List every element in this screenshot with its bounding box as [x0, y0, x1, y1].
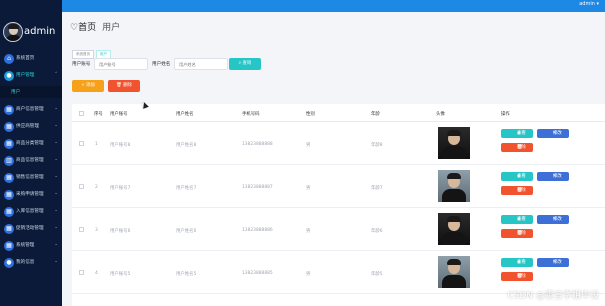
table-header: 序号 用户账号 用户姓名 手机号码 性别 年龄 头像 操作	[72, 104, 605, 122]
watermark: CSDN @霍言学姐毕设	[507, 291, 599, 301]
sidebar-item-promotion[interactable]: ▦ 促销活动管理 ⌄	[0, 220, 62, 238]
breadcrumb: 系统首页 用户	[72, 40, 113, 59]
sidebar-item-category[interactable]: ▦ 商品分类管理 ⌄	[0, 135, 62, 153]
brand-name: admin	[24, 26, 56, 37]
chart-icon: ▥	[4, 156, 14, 166]
view-button[interactable]: ◉ 查看	[501, 258, 533, 267]
table-row: 1 用户账号8 用户姓名8 13823888888 男 年龄8 ◉ 查看 ✎ 修…	[72, 122, 605, 165]
sidebar-item-product[interactable]: ▥ 商品信息管理 ⌄	[0, 152, 62, 170]
chevron-down-icon: ⌄	[54, 259, 58, 264]
delete-button[interactable]: 🗑 删除	[501, 272, 533, 281]
batch-delete-button[interactable]: 🗑 删除	[108, 80, 140, 92]
page-title: ♡首页 用户	[70, 23, 121, 33]
chevron-down-icon: ⌄	[54, 225, 58, 230]
sidebar-item-merchant[interactable]: ▦ 商户信息管理 ⌄	[0, 101, 62, 119]
row-checkbox[interactable]	[79, 184, 84, 189]
select-all-checkbox[interactable]	[79, 111, 84, 116]
sidebar-item-supplier[interactable]: ▦ 供应商管理 ⌄	[0, 118, 62, 136]
sidebar-item-my-info[interactable]: ● 我的信息 ⌄	[0, 254, 62, 272]
account-label: 用户账号	[72, 62, 91, 67]
user-icon: ●	[4, 71, 14, 81]
user-avatar	[438, 256, 470, 288]
grid-icon: ▦	[4, 139, 14, 149]
delete-button[interactable]: 🗑 删除	[501, 186, 533, 195]
grid-icon: ▦	[4, 105, 14, 115]
view-button[interactable]: ◉ 查看	[501, 129, 533, 138]
sidebar-item-stock-in[interactable]: ▦ 入库信息管理 ⌄	[0, 203, 62, 221]
sidebar-subitem-user[interactable]: 用户	[0, 86, 62, 98]
user-avatar	[438, 213, 470, 245]
chevron-down-icon: ⌄	[54, 123, 58, 128]
heart-icon: ♡	[70, 23, 79, 33]
user-menu[interactable]: admin ▾	[579, 1, 599, 7]
edit-button[interactable]: ✎ 修改	[537, 129, 569, 138]
edit-button[interactable]: ✎ 修改	[537, 258, 569, 267]
row-checkbox[interactable]	[79, 227, 84, 232]
view-button[interactable]: ◉ 查看	[501, 172, 533, 181]
grid-icon: ▦	[4, 241, 14, 251]
grid-icon: ▦	[4, 207, 14, 217]
sidebar-item-system[interactable]: ▦ 系统管理 ⌄	[0, 237, 62, 255]
logo-avatar	[3, 22, 23, 42]
chevron-down-icon: ⌄	[54, 140, 58, 145]
row-checkbox[interactable]	[79, 270, 84, 275]
grid-icon: ▦	[4, 190, 14, 200]
chevron-down-icon: ⌄	[54, 191, 58, 196]
chevron-down-icon: ⌄	[54, 157, 58, 162]
chevron-up-icon: ⌃	[54, 72, 58, 77]
chevron-down-icon: ⌄	[54, 174, 58, 179]
delete-button[interactable]: 🗑 删除	[501, 143, 533, 152]
chevron-down-icon: ⌄	[54, 106, 58, 111]
edit-button[interactable]: ✎ 修改	[537, 172, 569, 181]
top-bar: admin ▾	[0, 0, 605, 12]
user-table: 序号 用户账号 用户姓名 手机号码 性别 年龄 头像 操作 1 用户账号8 用户…	[72, 104, 605, 306]
user-icon: ●	[4, 258, 14, 268]
grid-icon: ▦	[4, 173, 14, 183]
user-avatar	[438, 127, 470, 159]
add-button[interactable]: + 添加	[72, 80, 104, 92]
main-content: ♡首页用户 系统首页用户 用户账号 用户姓名 ⌕ 查询 + 添加 🗑 删除 序号…	[62, 12, 605, 306]
grid-icon: ▦	[4, 224, 14, 234]
table-row: 3 用户账号6 用户姓名6 13823888886 男 年龄6 ◉ 查看 ✎ 修…	[72, 208, 605, 251]
home-icon: ⌂	[4, 54, 14, 64]
sidebar-item-user-management[interactable]: ● 用户管理 ⌃	[0, 67, 62, 85]
table-row: 2 用户账号7 用户姓名7 13823888887 男 年龄7 ◉ 查看 ✎ 修…	[72, 165, 605, 208]
search-button[interactable]: ⌕ 查询	[229, 58, 261, 70]
breadcrumb-home[interactable]: 系统首页	[72, 50, 94, 59]
chevron-down-icon: ⌄	[54, 242, 58, 247]
user-avatar	[438, 170, 470, 202]
chevron-down-icon: ⌄	[54, 208, 58, 213]
sidebar-item-home[interactable]: ⌂ 系统首页	[0, 50, 62, 68]
name-label: 用户姓名	[152, 62, 171, 67]
edit-button[interactable]: ✎ 修改	[537, 215, 569, 224]
sidebar: admin ⌂ 系统首页 ● 用户管理 ⌃ 用户 ▦ 商户信息管理 ⌄ ▦ 供应…	[0, 0, 62, 306]
sidebar-item-sales[interactable]: ▦ 销售信息管理 ⌄	[0, 169, 62, 187]
row-checkbox[interactable]	[79, 141, 84, 146]
view-button[interactable]: ◉ 查看	[501, 215, 533, 224]
grid-icon: ▦	[4, 122, 14, 132]
account-search-input[interactable]	[94, 58, 148, 70]
name-search-input[interactable]	[174, 58, 228, 70]
sidebar-item-purchase[interactable]: ▦ 采购申请管理 ⌄	[0, 186, 62, 204]
delete-button[interactable]: 🗑 删除	[501, 229, 533, 238]
